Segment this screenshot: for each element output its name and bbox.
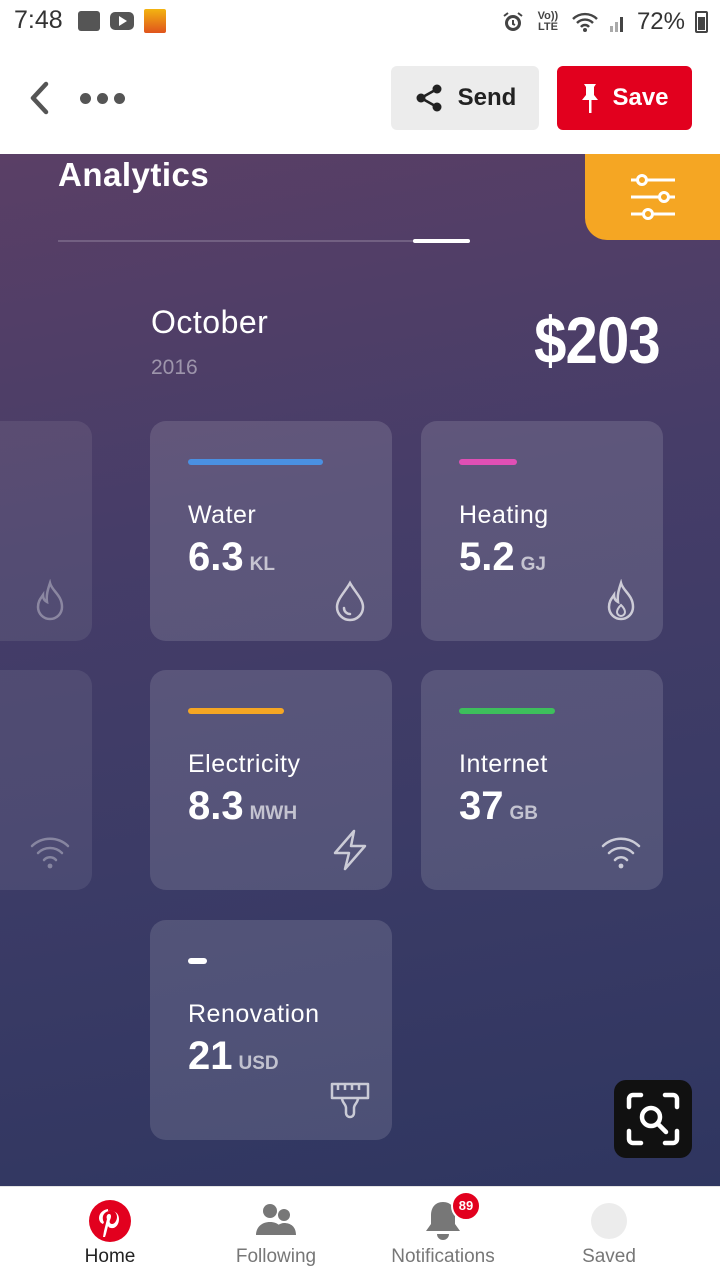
card-label: Electricity: [188, 750, 301, 778]
status-time: 7:48: [14, 6, 63, 34]
value-number: 5.2: [459, 535, 515, 579]
lightning-icon: [333, 829, 367, 871]
internet-color-bar: [459, 708, 555, 714]
nav-label: Saved: [582, 1246, 636, 1267]
heating-color-bar: [459, 459, 517, 465]
flame-icon: [36, 579, 64, 621]
status-notification-icons: [78, 9, 166, 33]
bottom-navigation: Home Following 89 Notifications Saved: [0, 1186, 720, 1280]
month-label: October: [151, 304, 269, 340]
tab-indicator: [413, 239, 470, 243]
nav-home[interactable]: Home: [30, 1187, 190, 1280]
card-label: Water: [188, 501, 257, 529]
card-label: Internet: [459, 750, 548, 778]
alarm-icon: [503, 12, 523, 31]
wifi-icon: [601, 837, 641, 869]
send-label: Send: [457, 84, 517, 111]
internet-card: Internet 37 GB: [421, 670, 663, 890]
visual-search-button[interactable]: [614, 1080, 692, 1158]
wifi-icon: [30, 837, 70, 869]
sliders-icon: [630, 174, 675, 220]
wifi-status-icon: [572, 12, 598, 32]
paint-brush-icon: [330, 1082, 370, 1119]
more-dot: [114, 92, 125, 104]
heating-card: Heating 5.2 GJ: [421, 421, 663, 641]
year-label: 2016: [151, 356, 198, 379]
electricity-color-bar: [188, 708, 284, 714]
card-value: 21 USD: [188, 1034, 279, 1079]
sony-app-icon: [144, 9, 166, 33]
card-value: 5.2 GJ: [459, 535, 546, 580]
battery-icon: [695, 11, 708, 33]
card-value: 6.3 KL: [188, 535, 275, 580]
save-label: Save: [612, 84, 669, 111]
value-unit: KL: [249, 554, 275, 575]
renovation-color-bar: [188, 958, 207, 964]
water-card: Water 6.3 KL: [150, 421, 392, 641]
pin-icon: [582, 84, 599, 113]
send-button[interactable]: Send: [391, 66, 539, 130]
share-icon: [416, 84, 442, 112]
filter-button: [585, 154, 720, 240]
value-unit: GB: [509, 803, 539, 824]
lens-search-icon: [626, 1092, 680, 1146]
nav-label: Notifications: [391, 1246, 495, 1267]
renovation-card: Renovation 21 USD: [150, 920, 392, 1140]
water-drop-icon: [335, 580, 365, 622]
pinterest-logo-icon: [89, 1200, 131, 1242]
flame-icon: [607, 579, 635, 621]
more-options-button[interactable]: [80, 84, 126, 112]
more-dot: [97, 92, 108, 104]
electricity-card: Electricity 8.3 MWH: [150, 670, 392, 890]
card-label: Heating: [459, 501, 549, 529]
value-number: 37: [459, 784, 504, 828]
value-unit: GJ: [520, 554, 546, 575]
more-dots-icon: [80, 92, 91, 104]
chevron-left-icon: [30, 81, 49, 115]
water-color-bar: [188, 459, 323, 465]
status-system-icons: Vo)) LTE 72%: [501, 8, 708, 36]
card-label: Renovation: [188, 1000, 320, 1028]
total-amount: $203: [534, 303, 661, 377]
battery-percent: 72%: [636, 8, 685, 35]
ghost-card: [0, 421, 92, 641]
value-unit: USD: [238, 1053, 279, 1074]
nav-notifications[interactable]: 89 Notifications: [363, 1187, 523, 1280]
network-type: Vo)) LTE: [537, 10, 559, 33]
value-unit: MWH: [249, 803, 298, 824]
value-number: 21: [188, 1034, 233, 1078]
pin-toolbar: Send Save: [0, 44, 720, 154]
youtube-icon: [110, 12, 134, 30]
status-bar: 7:48 Vo)) LTE 72%: [0, 0, 720, 44]
signal-icon: [609, 17, 623, 32]
card-value: 37 GB: [459, 784, 538, 829]
gallery-icon: [78, 11, 100, 31]
nav-following[interactable]: Following: [196, 1187, 356, 1280]
back-button[interactable]: [22, 78, 56, 118]
analytics-title: Analytics: [58, 156, 210, 193]
tab-track: [58, 240, 470, 242]
people-icon: [256, 1204, 296, 1235]
pin-image[interactable]: Analytics October 2016 $203 Water 6.3 KL …: [0, 154, 720, 1186]
notification-badge: 89: [451, 1191, 481, 1221]
save-button[interactable]: Save: [557, 66, 692, 130]
card-value: 8.3 MWH: [188, 784, 297, 829]
value-number: 8.3: [188, 784, 244, 828]
avatar-icon: [591, 1203, 627, 1239]
nav-label: Following: [235, 1246, 317, 1267]
nav-label: Home: [84, 1246, 136, 1267]
ghost-card: [0, 670, 92, 890]
nav-saved[interactable]: Saved: [529, 1187, 689, 1280]
value-number: 6.3: [188, 535, 244, 579]
